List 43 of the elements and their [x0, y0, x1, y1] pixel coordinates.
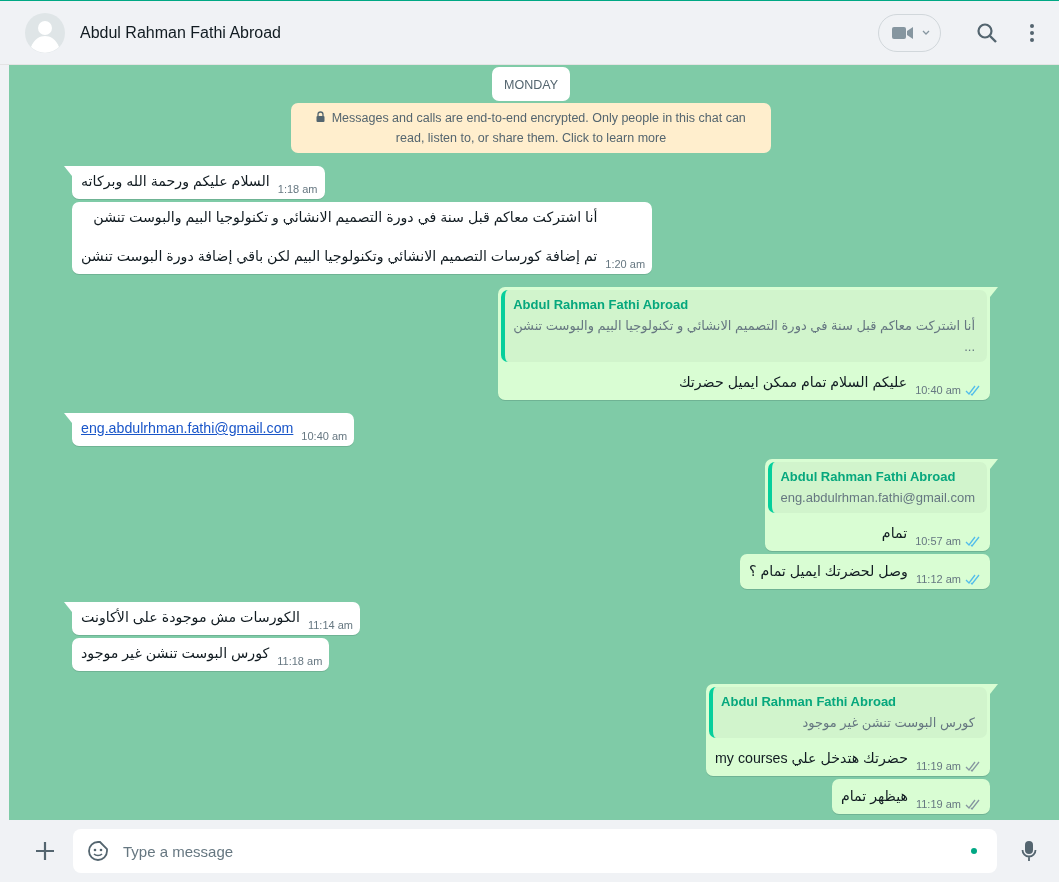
message-text: عليكم السلام تمام ممكن ايميل حضرتك [677, 373, 908, 392]
message-text: هيظهر تمام [840, 787, 908, 806]
message-time: 1:20 am [605, 258, 646, 270]
message-time: 1:18 am [277, 183, 318, 195]
quote-text: eng.abdulrhman.fathi@gmail.com [780, 490, 975, 505]
message-text: الكورسات مش موجودة على الأكاونت [81, 608, 300, 627]
menu-icon[interactable] [1029, 22, 1035, 43]
message-time: 10:40 am [301, 430, 348, 442]
message-time: 10:40 am [915, 384, 961, 396]
message-text: أنا اشتركت معاكم قبل سنة في دورة التصميم الانشائي و تكنولوجيا البيم والبوست تنشن [92, 208, 598, 227]
message-text: تم إضافة كورسات التصميم الانشائي وتكنولوجيا البيم لكن باقي إضافة دورة البوست تنشن [81, 247, 598, 266]
message-time: 11:12 am [915, 573, 961, 585]
message-time: 10:57 am [915, 535, 961, 547]
quote-author: Abdul Rahman Fathi Abroad [721, 694, 898, 709]
contact-name[interactable]: Abdul Rahman Fathi Abroad [80, 23, 281, 42]
microphone-icon[interactable] [1021, 840, 1037, 862]
message-time: 11:18 am [277, 655, 323, 667]
lock-icon [316, 111, 326, 122]
message-text: كورس البوست تنشن غير موجود [81, 644, 270, 663]
date-chip: MONDAY [492, 67, 570, 101]
quoted-message[interactable]: Abdul Rahman Fathi Abroad eng.abdulrhman.fathi@gmail.com [768, 462, 987, 513]
video-camera-icon [892, 25, 914, 40]
quote-text: ... [963, 339, 975, 354]
caret-icon [922, 29, 930, 36]
status-dot-icon [971, 848, 977, 854]
plus-icon[interactable] [35, 841, 55, 861]
message-text: حضرتك هتدخل علي my courses [715, 749, 908, 768]
message-time: 11:19 am [915, 760, 961, 772]
encryption-notice[interactable]: Messages and calls are end-to-end encrypted. Only people in this chat can read, listen to, or share them. Click to learn more [291, 103, 771, 153]
email-link[interactable]: eng.abdulrhman.fathi@gmail.com [81, 419, 294, 438]
message-text: تمام [880, 524, 908, 543]
quote-author: Abdul Rahman Fathi Abroad [780, 469, 957, 484]
quote-author: Abdul Rahman Fathi Abroad [513, 297, 690, 312]
message-field[interactable]: Type a message [73, 829, 997, 873]
message-time: 11:14 am [307, 619, 353, 631]
search-icon[interactable] [976, 21, 998, 44]
video-call-button[interactable] [878, 13, 941, 52]
quote-text: أنا اشتركت معاكم قبل سنة في دورة التصميم الانشائي و تكنولوجيا البيم والبوست تنشن [513, 318, 975, 333]
sticker-icon[interactable] [87, 840, 109, 862]
message-text: السلام عليكم ورحمة الله وبركاته [81, 172, 270, 191]
quote-text: كورس البوست تنشن غير موجود [801, 715, 975, 730]
message-time: 11:19 am [915, 798, 961, 810]
message-text: وصل لحضرتك ايميل تمام ؟ [749, 562, 908, 581]
